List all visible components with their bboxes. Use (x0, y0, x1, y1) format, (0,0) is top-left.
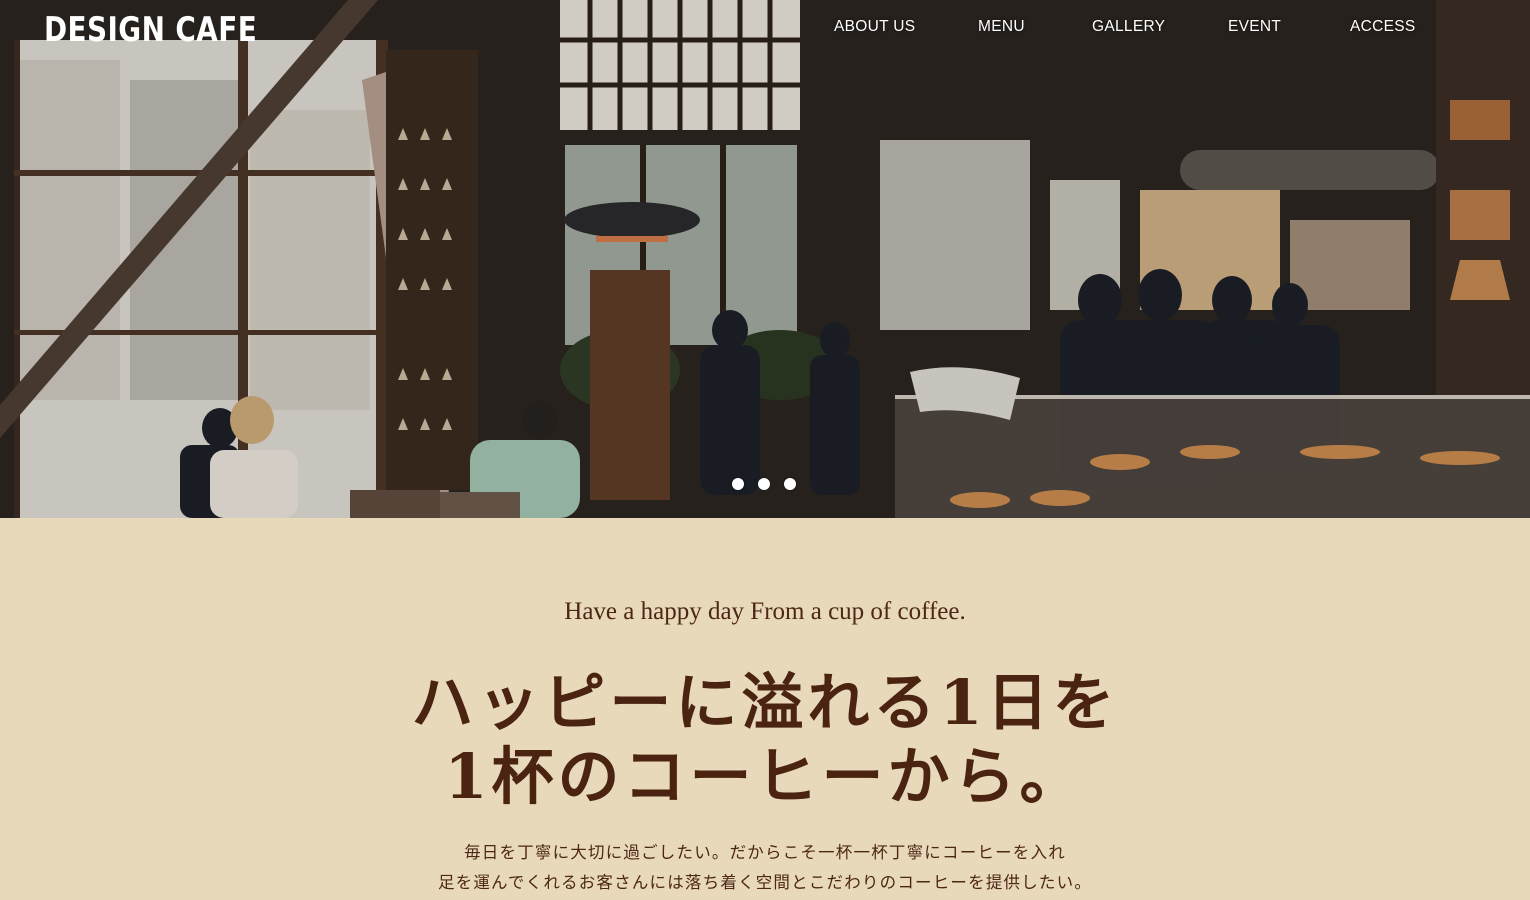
intro-body: 毎日を丁寧に大切に過ごしたい。だからこそ一杯一杯丁寧にコーヒーを入れ 足を運んで… (0, 838, 1530, 898)
body-line-1: 毎日を丁寧に大切に過ごしたい。だからこそ一杯一杯丁寧にコーヒーを入れ (464, 843, 1066, 862)
hero-cafe-photo (0, 0, 1530, 518)
nav-menu[interactable]: MENU (978, 18, 1025, 36)
nav-event[interactable]: EVENT (1228, 18, 1281, 36)
slider-dot-1[interactable] (732, 478, 744, 490)
slider-dot-2[interactable] (758, 478, 770, 490)
intro-section: Have a happy day From a cup of coffee. ハ… (0, 518, 1530, 900)
nav-access[interactable]: ACCESS (1350, 18, 1416, 36)
nav-gallery[interactable]: GALLERY (1092, 18, 1165, 36)
main-nav: ABOUT US MENU GALLERY EVENT ACCESS (0, 18, 1530, 42)
nav-about-us[interactable]: ABOUT US (834, 18, 915, 36)
site-header: DESIGN CAFE ABOUT US MENU GALLERY EVENT … (0, 0, 1530, 60)
headline-line-1: ハッピーに溢れる1日を (411, 666, 1119, 739)
headline-line-2: 1杯のコーヒーから。 (444, 740, 1086, 813)
intro-headline: ハッピーに溢れる1日を 1杯のコーヒーから。 (0, 666, 1530, 814)
intro-tagline: Have a happy day From a cup of coffee. (564, 598, 966, 625)
hero-slider: DESIGN CAFE ABOUT US MENU GALLERY EVENT … (0, 0, 1530, 518)
body-line-2: 足を運んでくれるお客さんには落ち着く空間とこだわりのコーヒーを提供したい。 (437, 873, 1093, 892)
slider-pagination (732, 478, 796, 490)
slider-dot-3[interactable] (784, 478, 796, 490)
